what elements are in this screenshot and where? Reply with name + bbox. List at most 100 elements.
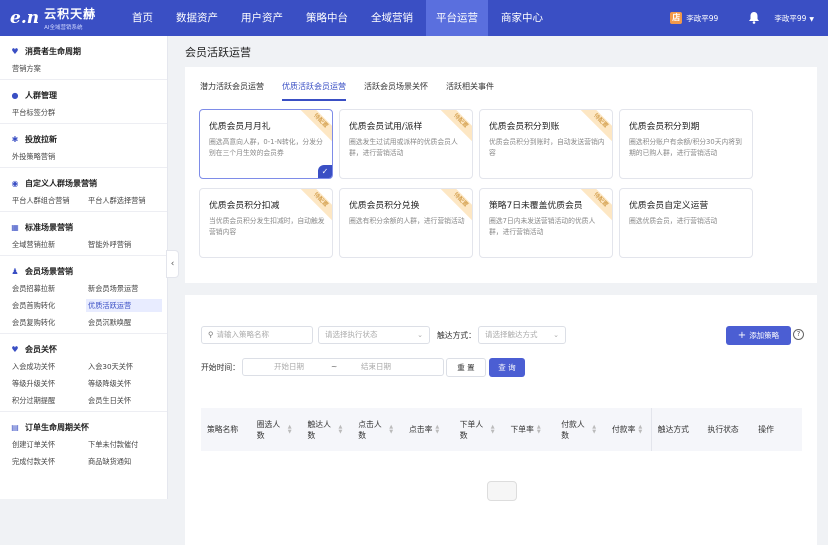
sidebar-item[interactable]: 会员复购转化 (12, 316, 88, 329)
sidebar-item[interactable]: 智能外呼营销 (88, 238, 164, 251)
help-icon[interactable]: ? (793, 329, 804, 340)
tab-2[interactable]: 活跃会员场景关怀 (364, 81, 428, 101)
add-strategy-button[interactable]: + 添加策略 (726, 326, 791, 345)
bell-icon[interactable] (748, 11, 760, 26)
query-button[interactable]: 查 询 (489, 358, 525, 377)
sidebar-section-title[interactable]: ♟ 会员场景营销 (0, 264, 167, 278)
nav-item-1[interactable]: 数据资产 (166, 0, 228, 36)
column-header[interactable]: 点击人数 ▲ ▼ (352, 408, 403, 451)
sidebar-section-title[interactable]: ◉ 自定义人群场景营销 (0, 176, 167, 190)
scenario-tile[interactable]: 优质会员积分到账 优质会员积分到账时，自动发送营销内容 待配置 (479, 109, 613, 179)
scenario-tile[interactable]: 优质会员积分兑换 圈选有积分余额的人群，进行营销活动 待配置 (339, 188, 473, 258)
sidebar-item[interactable]: 入会30天关怀 (88, 360, 164, 373)
scenario-tile[interactable]: 优质会员自定义运营 圈选优质会员，进行营销活动 (619, 188, 753, 258)
nav-item-6[interactable]: 商家中心 (491, 0, 553, 36)
collapse-sidebar-button[interactable]: ‹ (166, 250, 179, 278)
scenario-tile[interactable]: 优质会员积分到期 圈选积分账户有余额/积分30天内将到期的已购人群，进行营销活动 (619, 109, 753, 179)
sidebar-item[interactable]: 新会员场景运营 (88, 282, 164, 295)
tile-description: 圈选7日内未发送营销活动的优质人群，进行营销活动 (489, 217, 596, 236)
sort-icon[interactable]: ▲ ▼ (339, 424, 343, 435)
column-header[interactable]: 下单人数 ▲ ▼ (454, 408, 505, 451)
brand-logo[interactable]: e.n 云积天赫 AI全域营销系统 (0, 5, 122, 31)
sidebar-item[interactable]: 会员沉默唤醒 (88, 316, 164, 329)
column-header[interactable]: 触达人数 ▲ ▼ (302, 408, 353, 451)
sidebar-row: 平台人群组合营销 平台人群选择营销 (0, 194, 167, 207)
sidebar-item[interactable]: 优质活跃运营 (86, 299, 162, 312)
nav-item-3[interactable]: 策略中台 (296, 0, 358, 36)
column-header[interactable]: 付款率 ▲ ▼ (606, 408, 651, 451)
sidebar-item[interactable]: 会员生日关怀 (88, 394, 164, 407)
sidebar-item[interactable]: 会员招募拉新 (12, 282, 88, 295)
sidebar-item[interactable]: 创建订单关怀 (12, 438, 88, 451)
start-date-input[interactable]: 开始日期 (274, 359, 304, 375)
sidebar-section-title[interactable]: ▦ 标准场景营销 (0, 220, 167, 234)
sidebar-item[interactable]: 外投策略营销 (12, 150, 88, 163)
column-header[interactable]: 触达方式 (650, 408, 702, 451)
sidebar-row: 会员复购转化 会员沉默唤醒 (0, 316, 167, 329)
tile-title: 优质会员月月礼 (209, 122, 271, 132)
sidebar-section-title[interactable]: ✱ 投放拉新 (0, 132, 167, 146)
nav-item-2[interactable]: 用户资产 (231, 0, 293, 36)
user-menu[interactable]: 李政平99 ▼ (774, 13, 814, 24)
tile-title: 优质会员积分到期 (629, 122, 700, 132)
column-header[interactable]: 操作 (752, 408, 802, 451)
sidebar-section-title[interactable]: ▤ 订单生命周期关怀 (0, 420, 167, 434)
column-header[interactable]: 策略名称 (201, 408, 251, 451)
sort-icon[interactable]: ▲ ▼ (491, 424, 495, 435)
date-range-picker[interactable]: 开始日期 ~ 结束日期 (242, 358, 444, 376)
end-date-input[interactable]: 结束日期 (361, 359, 391, 375)
sidebar-item[interactable]: 积分过期提醒 (12, 394, 88, 407)
tile-title: 优质会员试用/派样 (349, 122, 423, 132)
status-select[interactable]: 请选择执行状态 ⌄ (318, 326, 430, 344)
tab-0[interactable]: 潜力活跃会员运营 (200, 81, 264, 101)
brand-slogan: AI全域营销系统 (44, 25, 83, 31)
sidebar-item[interactable]: 会员首购转化 (12, 299, 88, 312)
sidebar-item[interactable]: 平台人群选择营销 (88, 194, 164, 207)
sidebar-item[interactable]: 营销方案 (12, 62, 88, 75)
scenario-tile[interactable]: 策略7日未覆盖优质会员 圈选7日内未发送营销活动的优质人群，进行营销活动 待配置 (479, 188, 613, 258)
tab-3[interactable]: 活跃相关事件 (446, 81, 494, 101)
sidebar-row: 入会成功关怀 入会30天关怀 (0, 360, 167, 373)
sidebar-item[interactable]: 完成付款关怀 (12, 455, 88, 468)
reset-button[interactable]: 重 置 (446, 358, 486, 377)
gear-icon: ✱ (11, 134, 19, 144)
sort-icon[interactable]: ▲ ▼ (389, 424, 393, 435)
sort-icon[interactable]: ▲ ▼ (638, 424, 642, 435)
nav-item-4[interactable]: 全域营销 (361, 0, 423, 36)
store-switcher[interactable]: 店 李政平99 (670, 12, 718, 24)
column-header[interactable]: 点击率 ▲ ▼ (403, 408, 454, 451)
sidebar-item[interactable]: 全域营销拉新 (12, 238, 88, 251)
sidebar-section-title[interactable]: ♥ 消费者生命周期 (0, 44, 167, 58)
tile-description: 优质会员积分到账时，自动发送营销内容 (489, 138, 605, 157)
sidebar-item[interactable]: 入会成功关怀 (12, 360, 88, 373)
sidebar-item[interactable]: 平台人群组合营销 (12, 194, 88, 207)
column-header[interactable]: 圈选人数 ▲ ▼ (251, 408, 302, 451)
column-header[interactable]: 下单率 ▲ ▼ (505, 408, 556, 451)
tab-1[interactable]: 优质活跃会员运营 (282, 81, 346, 101)
sidebar-item[interactable]: 商品缺货通知 (88, 455, 164, 468)
strategy-search-input[interactable]: ⚲ 请输入策略名称 (201, 326, 313, 344)
scenario-tile[interactable]: 优质会员积分扣减 当优质会员积分发生扣减时，自动触发营销内容 待配置 (199, 188, 333, 258)
scenario-tile[interactable]: 优质会员试用/派样 圈选发生过试用或派样的优质会员人群，进行营销活动 待配置 (339, 109, 473, 179)
sidebar-item[interactable]: 等级升级关怀 (12, 377, 88, 390)
sidebar-item[interactable]: 等级降级关怀 (88, 377, 164, 390)
sidebar-item[interactable]: 平台标签分群 (12, 106, 88, 119)
nav-item-5[interactable]: 平台运营 (426, 0, 488, 36)
sort-icon[interactable]: ▲ ▼ (537, 424, 541, 435)
sidebar-section-label: 会员关怀 (25, 344, 57, 354)
tile-title: 策略7日未覆盖优质会员 (489, 201, 583, 211)
column-header[interactable]: 执行状态 (702, 408, 753, 451)
channel-select[interactable]: 请选择触达方式 ⌄ (478, 326, 566, 344)
sort-icon[interactable]: ▲ ▼ (435, 424, 439, 435)
tile-description: 圈选有积分余额的人群，进行营销活动 (349, 217, 465, 225)
scenario-tile[interactable]: 优质会员月月礼 圈选高意向人群，0-1-N转化，分发分别在三个月生效的会员券 待配置… (199, 109, 333, 179)
chevron-down-icon: ⌄ (417, 331, 423, 339)
sort-icon[interactable]: ▲ ▼ (592, 424, 596, 435)
sidebar-section-title[interactable]: ♥ 会员关怀 (0, 342, 167, 356)
column-header[interactable]: 付款人数 ▲ ▼ (555, 408, 606, 451)
sort-icon[interactable]: ▲ ▼ (288, 424, 292, 435)
sidebar-item[interactable]: 下单未付款催付 (88, 438, 164, 451)
chevron-down-icon: ⌄ (553, 331, 559, 339)
sidebar-section-title[interactable]: ● 人群管理 (0, 88, 167, 102)
nav-item-0[interactable]: 首页 (122, 0, 163, 36)
